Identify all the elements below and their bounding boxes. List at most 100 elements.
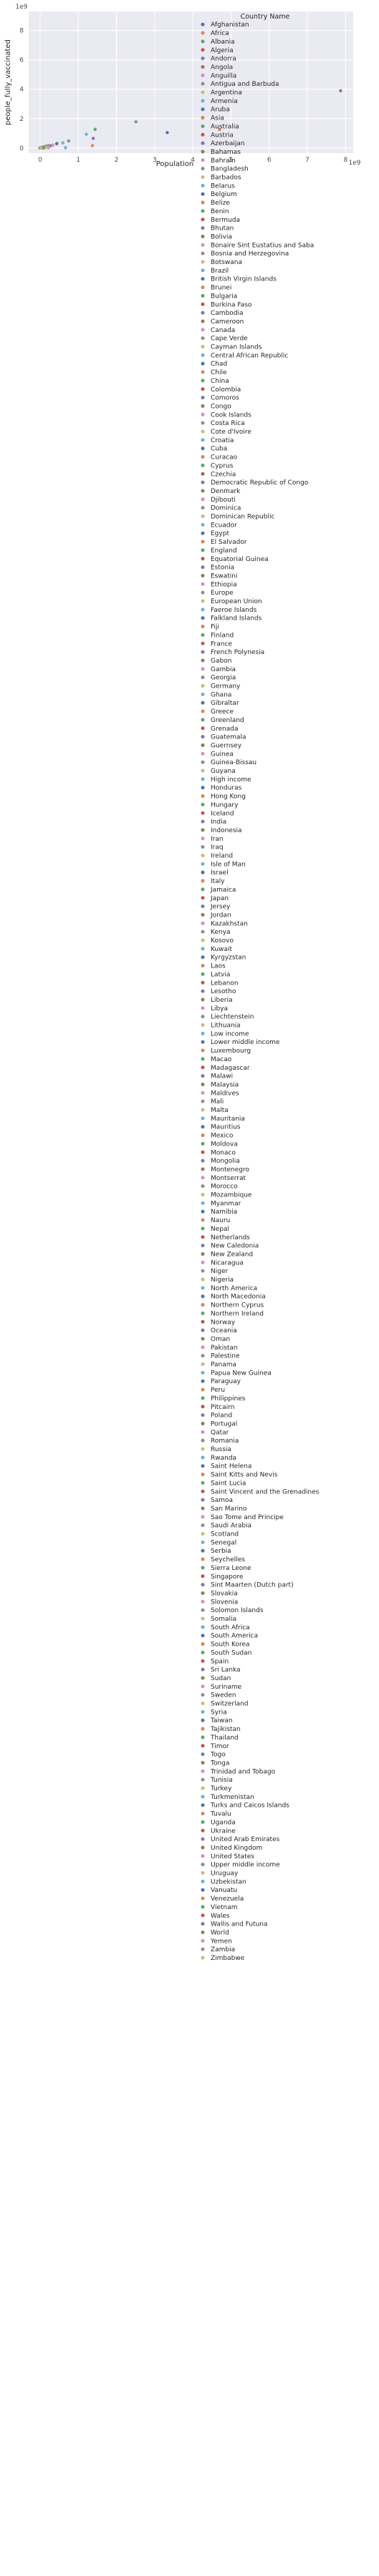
legend-label: Central African Republic (211, 352, 288, 359)
legend-label: Panama (211, 1362, 236, 1369)
legend-label: Slovenia (211, 1599, 238, 1606)
legend-label: Argentina (211, 89, 242, 97)
legend-marker (201, 1150, 205, 1154)
legend-label: Mongolia (211, 1158, 240, 1165)
legend-marker (201, 1319, 205, 1324)
legend-label: Ukraine (211, 1828, 236, 1835)
legend-label: North America (211, 1285, 257, 1292)
legend-marker (201, 1091, 205, 1095)
legend-label: Thailand (210, 1735, 239, 1742)
legend-label: South Korea (211, 1641, 250, 1649)
legend-marker (201, 675, 205, 680)
legend-label: Estonia (211, 565, 234, 572)
legend-marker (201, 1015, 205, 1019)
legend-label: Mozambique (211, 1192, 252, 1199)
legend-label: Ethiopia (211, 581, 237, 588)
legend-marker (201, 582, 205, 586)
y-tick-label: 2 (19, 116, 24, 123)
legend-label: Morocco (211, 1184, 238, 1191)
legend-label: Barbados (211, 175, 241, 182)
legend-marker (201, 107, 205, 112)
legend-marker (201, 1413, 205, 1418)
legend-marker (201, 1820, 205, 1824)
legend-marker (201, 1634, 205, 1638)
legend-marker (201, 1405, 205, 1409)
legend-marker (201, 1040, 205, 1044)
legend-label: Cook Islands (211, 411, 251, 419)
legend-label: Europe (211, 590, 234, 597)
legend-label: Kazakhstan (211, 920, 248, 927)
legend-marker (201, 743, 205, 747)
legend-marker (201, 260, 205, 264)
legend-marker (201, 1455, 205, 1460)
legend-label: Zambia (211, 1946, 235, 1953)
legend-marker (201, 921, 205, 925)
legend-marker (201, 1370, 205, 1375)
legend-marker (201, 1176, 205, 1180)
legend-marker (201, 1031, 205, 1035)
y-axis-multiplier: 1e9 (16, 4, 28, 11)
legend-marker (201, 650, 205, 654)
legend-label: Nicaragua (211, 1259, 244, 1267)
legend-label: Guernsey (211, 742, 242, 749)
legend-label: Iran (211, 836, 224, 843)
legend-label: Dominican Republic (211, 514, 274, 521)
legend-label: High income (211, 776, 251, 784)
legend-label: Malta (211, 1107, 229, 1114)
legend-label: Mali (211, 1098, 224, 1106)
legend-marker (201, 218, 205, 222)
legend-marker (201, 726, 205, 731)
scatter-chart: 012345678 02468 1e9 1e9 Population peopl… (4, 4, 361, 1962)
legend-label: Qatar (211, 1429, 229, 1436)
legend-marker (201, 1218, 205, 1222)
legend-label: Singapore (211, 1574, 244, 1581)
legend-label: Montenegro (211, 1166, 249, 1174)
legend-marker (201, 1354, 205, 1358)
legend-marker (201, 1702, 205, 1705)
legend-marker (201, 1845, 205, 1850)
legend-marker (201, 336, 205, 341)
data-point (90, 144, 95, 147)
legend-marker (201, 904, 205, 909)
legend-label: Turkey (210, 1785, 232, 1792)
legend-label: Suriname (211, 1684, 242, 1691)
legend-label: Australia (211, 123, 239, 130)
legend-marker (201, 1345, 205, 1350)
legend-marker (201, 684, 205, 688)
legend-marker (201, 557, 205, 561)
legend-marker (201, 1201, 205, 1205)
legend-label: Bosnia and Herzegovina (211, 250, 289, 258)
legend-marker (201, 1727, 205, 1731)
legend-label: Belgium (211, 191, 237, 198)
legend-label: England (211, 547, 237, 555)
legend-marker (201, 718, 205, 722)
legend-label: Latvia (211, 971, 230, 978)
x-tick-label: 7 (305, 157, 310, 164)
legend-marker (201, 1108, 205, 1112)
data-point (51, 143, 54, 147)
legend-label: Canada (211, 327, 235, 334)
x-tick-label: 0 (38, 157, 42, 164)
legend-marker (201, 1574, 205, 1579)
legend-marker (201, 251, 205, 255)
data-point (93, 127, 97, 131)
legend-marker (201, 1235, 205, 1239)
legend-label: Brunei (211, 285, 231, 292)
legend-label: Germany (211, 683, 241, 691)
legend-marker (201, 641, 205, 645)
legend-marker (201, 989, 205, 993)
legend-marker (201, 396, 205, 400)
legend-label: Sri Lanka (211, 1667, 241, 1674)
legend-marker (201, 1506, 205, 1511)
legend-marker (201, 1158, 205, 1163)
legend-label: Austria (211, 132, 234, 139)
legend-label: San Marino (211, 1506, 247, 1513)
legend-marker (201, 802, 205, 806)
legend-marker (201, 1303, 205, 1307)
legend-marker (201, 608, 205, 612)
legend-label: Uganda (211, 1819, 236, 1826)
legend-marker (201, 1244, 205, 1248)
legend-marker (201, 293, 205, 298)
legend-marker (201, 1735, 205, 1740)
legend-marker (201, 862, 205, 866)
